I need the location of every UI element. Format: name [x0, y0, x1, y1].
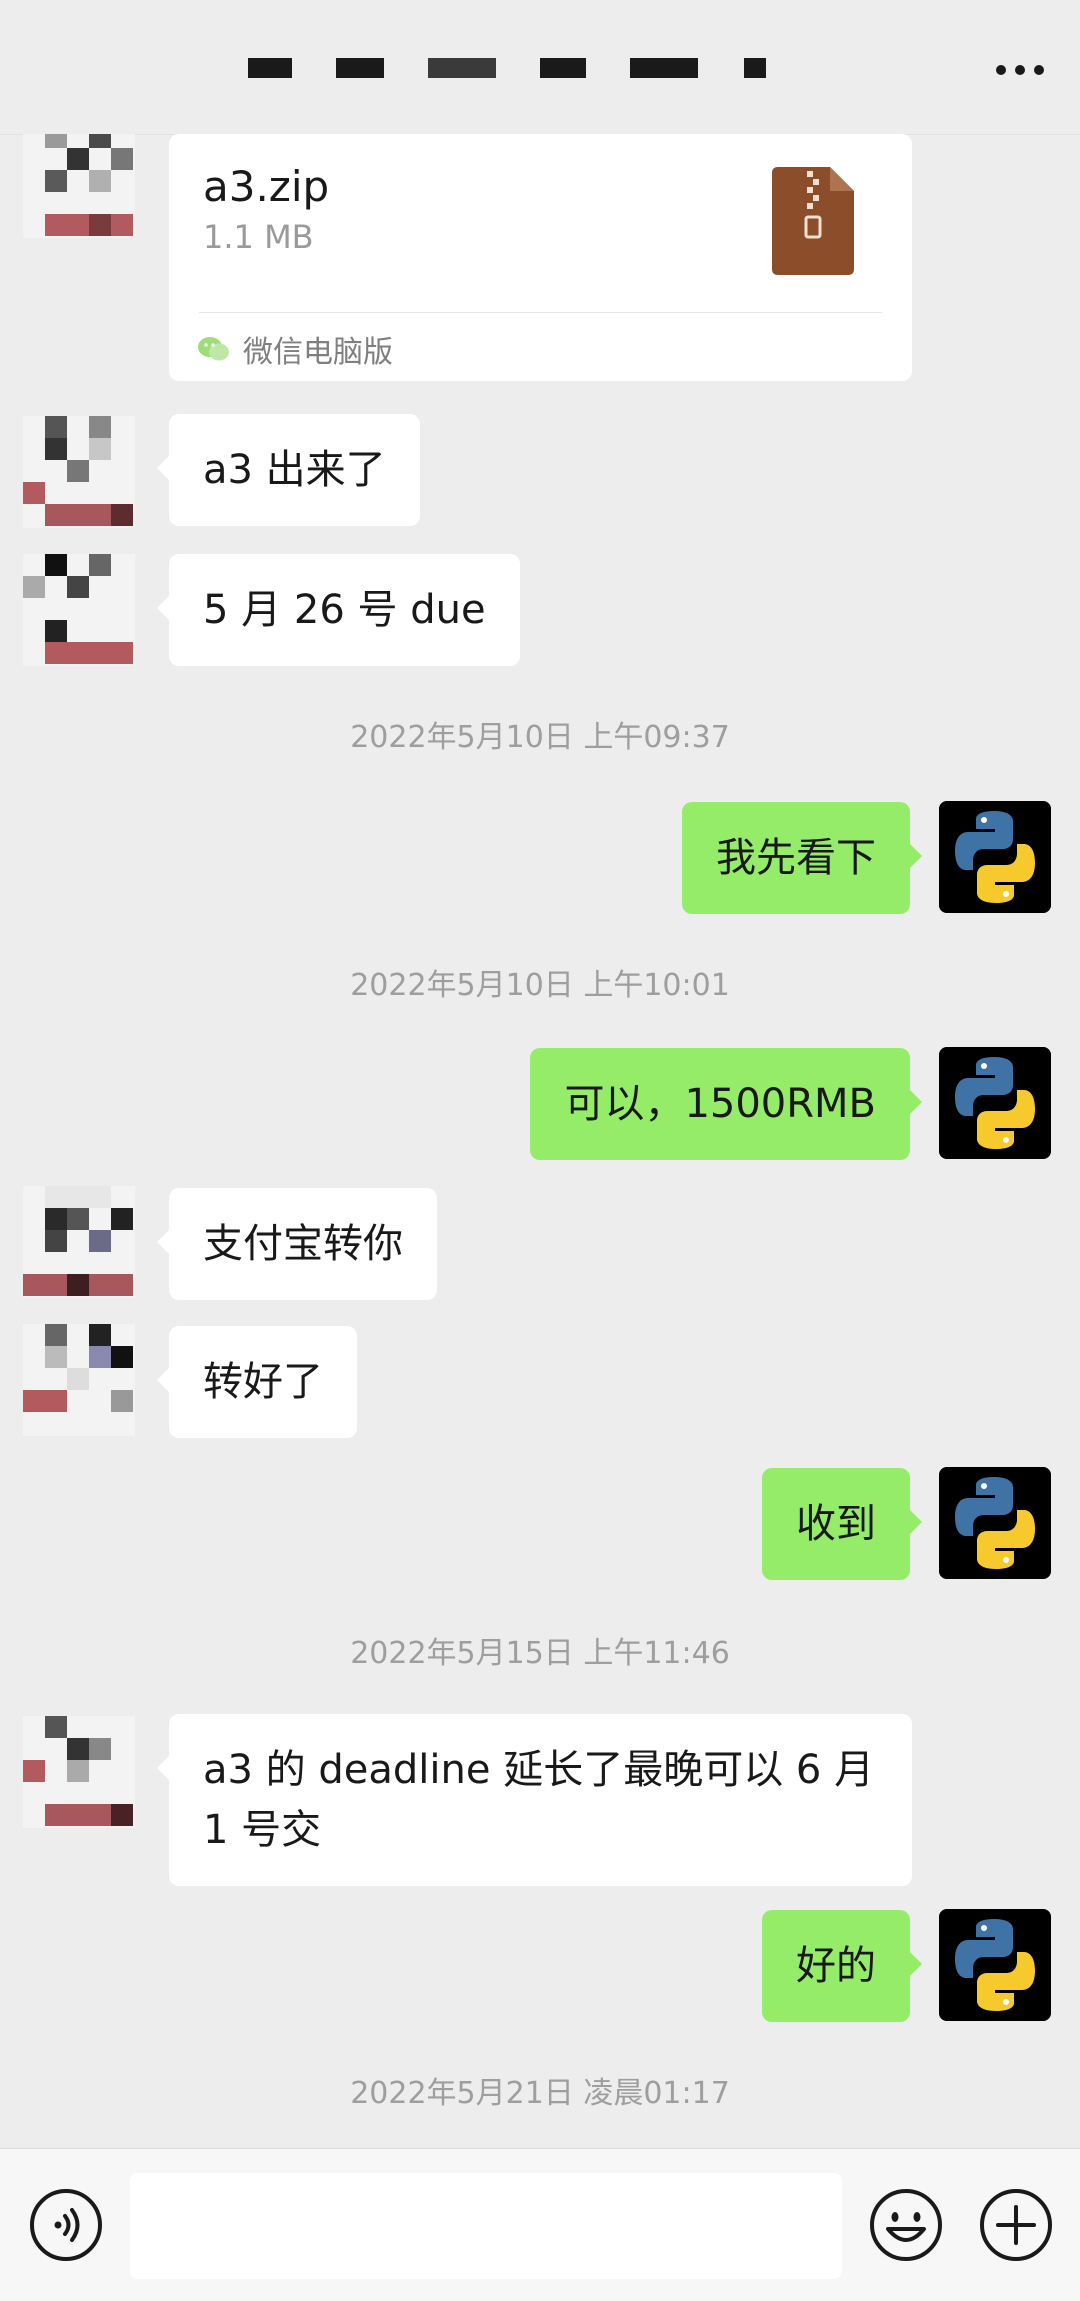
python-logo-icon	[939, 801, 1051, 913]
file-name: a3.zip	[203, 162, 330, 211]
contact-avatar[interactable]	[23, 1324, 135, 1436]
input-bar	[0, 2148, 1080, 2301]
outgoing-message[interactable]: 好的	[762, 1910, 922, 2022]
my-avatar[interactable]	[939, 1467, 1051, 1579]
contact-avatar[interactable]	[23, 554, 135, 666]
timestamp: 2022年5月10日 上午10:01	[350, 968, 730, 1003]
timestamp: 2022年5月10日 上午09:37	[350, 720, 730, 755]
timestamp: 2022年5月21日 凌晨01:17	[350, 2076, 730, 2111]
voice-button[interactable]	[28, 2187, 104, 2263]
python-logo-icon	[939, 1467, 1051, 1579]
outgoing-message[interactable]: 可以，1500RMB	[530, 1048, 922, 1160]
contact-avatar[interactable]	[23, 1716, 135, 1828]
my-avatar[interactable]	[939, 801, 1051, 913]
contact-avatar[interactable]	[23, 134, 135, 238]
more-options-button[interactable]	[988, 40, 1052, 100]
zip-archive-icon	[772, 167, 854, 275]
python-logo-icon	[939, 1047, 1051, 1159]
more-dots-icon	[996, 65, 1044, 75]
top-bar	[0, 0, 1080, 135]
file-size: 1.1 MB	[203, 218, 314, 256]
python-logo-icon	[939, 1909, 1051, 2021]
file-source: 微信电脑版	[197, 327, 393, 371]
outgoing-message[interactable]: 收到	[762, 1468, 922, 1580]
contact-avatar[interactable]	[23, 416, 135, 528]
incoming-message[interactable]: 5 月 26 号 due	[157, 554, 520, 666]
incoming-message[interactable]: 支付宝转你	[157, 1188, 437, 1300]
file-message[interactable]: a3.zip 1.1 MB 微信电脑版	[169, 134, 912, 381]
contact-avatar[interactable]	[23, 1186, 135, 1298]
voice-icon	[30, 2189, 102, 2261]
emoji-icon	[870, 2189, 942, 2261]
plus-icon	[980, 2189, 1052, 2261]
incoming-message[interactable]: a3 的 deadline 延长了最晚可以 6 月 1 号交	[157, 1714, 912, 1886]
message-input[interactable]	[130, 2173, 842, 2279]
timestamp: 2022年5月15日 上午11:46	[350, 1636, 730, 1671]
emoji-button[interactable]	[868, 2187, 944, 2263]
incoming-message[interactable]: a3 出来了	[157, 414, 420, 526]
file-source-label: 微信电脑版	[243, 335, 393, 370]
wechat-icon	[198, 337, 229, 361]
my-avatar[interactable]	[939, 1909, 1051, 2021]
divider	[199, 312, 882, 313]
my-avatar[interactable]	[939, 1047, 1051, 1159]
incoming-message[interactable]: 转好了	[157, 1326, 357, 1438]
chat-history[interactable]: a3.zip 1.1 MB 微信电脑版 a3 出来了 5 月 26 号 due …	[0, 134, 1080, 2148]
more-actions-button[interactable]	[978, 2187, 1054, 2263]
outgoing-message[interactable]: 我先看下	[682, 802, 922, 914]
